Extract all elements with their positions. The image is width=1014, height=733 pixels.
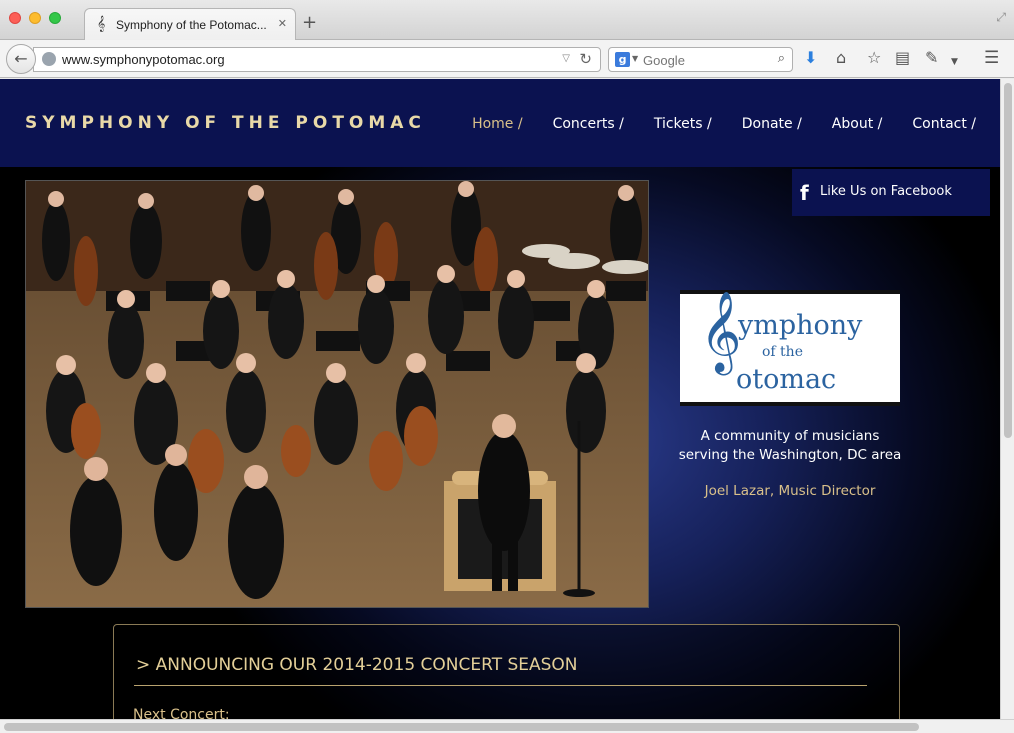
horizontal-scrollbar[interactable] [0, 719, 1014, 733]
treble-clef-icon: 𝄞 [97, 16, 106, 32]
vertical-scrollbar[interactable] [1000, 79, 1014, 719]
music-director: Joel Lazar, Music Director [704, 483, 876, 499]
symphony-logo: 𝄞 ymphony of the otomac [680, 290, 900, 406]
tab-title: Symphony of the Potomac... [116, 18, 267, 32]
nav-home[interactable]: Home / [472, 116, 523, 132]
vertical-scroll-thumb[interactable] [1004, 83, 1012, 438]
home-icon[interactable]: ⌂ [836, 49, 846, 67]
extension-icon[interactable]: ✎ [925, 49, 938, 67]
url-dropdown-icon[interactable]: ▽ [562, 53, 570, 64]
search-input[interactable] [643, 51, 768, 69]
logo-word-symphony: ymphony [738, 310, 863, 341]
download-icon[interactable]: ⬇ [804, 49, 817, 67]
globe-icon [42, 52, 56, 66]
hamburger-menu-icon[interactable]: ☰ [984, 49, 999, 67]
divider [134, 685, 867, 686]
url-bar[interactable]: www.symphonypotomac.org ▽ ↻ [33, 47, 601, 72]
facebook-label: Like Us on Facebook [820, 184, 952, 199]
orchestra-illustration [26, 181, 648, 607]
orchestra-photo [25, 180, 649, 608]
nav-toolbar: www.symphonypotomac.org ▽ ↻ ← g ▼ ⌕ ⬇ ⌂ … [0, 40, 1014, 78]
nav-donate[interactable]: Donate / [742, 116, 802, 132]
extension-dropdown-icon[interactable]: ▼ [951, 53, 958, 71]
url-text[interactable]: www.symphonypotomac.org [62, 52, 225, 67]
site-logo[interactable]: SYMPHONY OF THE POTOMAC [25, 113, 426, 133]
search-bar[interactable]: g ▼ ⌕ [608, 47, 793, 72]
search-icon[interactable]: ⌕ [778, 51, 785, 66]
announcement-title[interactable]: > ANNOUNCING OUR 2014-2015 CONCERT SEASO… [136, 655, 578, 675]
back-arrow-icon: ← [14, 49, 28, 68]
clipboard-icon[interactable]: ▤ [895, 49, 910, 67]
new-tab-button[interactable]: + [302, 14, 317, 32]
bookmark-star-icon[interactable]: ☆ [867, 49, 881, 67]
tagline-line-1: A community of musicians [700, 428, 880, 444]
minimize-window-button[interactable] [29, 12, 41, 24]
web-page: SYMPHONY OF THE POTOMAC Home / Concerts … [0, 79, 1000, 719]
title-bar: 𝄞 Symphony of the Potomac... ✕ + ⤢ [0, 0, 1014, 41]
search-engine-dropdown-icon[interactable]: ▼ [632, 54, 638, 63]
main-nav: Home / Concerts / Tickets / Donate / Abo… [472, 116, 976, 132]
facebook-like-button[interactable]: f Like Us on Facebook [792, 169, 990, 216]
google-icon[interactable]: g [615, 52, 630, 67]
reload-icon[interactable]: ↻ [579, 50, 592, 68]
fullscreen-icon[interactable]: ⤢ [996, 10, 1006, 25]
nav-about[interactable]: About / [832, 116, 883, 132]
horizontal-scroll-thumb[interactable] [4, 723, 919, 731]
tagline-line-2: serving the Washington, DC area [678, 447, 902, 463]
nav-concerts[interactable]: Concerts / [553, 116, 624, 132]
tagline: A community of musicians serving the Was… [660, 427, 920, 465]
tab-close-icon[interactable]: ✕ [278, 17, 287, 30]
maximize-window-button[interactable] [49, 12, 61, 24]
site-header: SYMPHONY OF THE POTOMAC Home / Concerts … [0, 79, 1000, 167]
logo-word-potomac: otomac [736, 364, 837, 395]
back-button[interactable]: ← [6, 44, 36, 74]
announcement-panel: > ANNOUNCING OUR 2014-2015 CONCERT SEASO… [113, 624, 900, 719]
facebook-icon: f [800, 181, 809, 205]
browser-window: 𝄞 Symphony of the Potomac... ✕ + ⤢ www.s… [0, 0, 1014, 733]
logo-word-of-the: of the [762, 344, 803, 360]
next-concert-label: Next Concert: [133, 707, 230, 719]
close-window-button[interactable] [9, 12, 21, 24]
nav-tickets[interactable]: Tickets / [654, 116, 712, 132]
tab-symphony[interactable]: 𝄞 Symphony of the Potomac... ✕ [84, 8, 296, 41]
treble-clef-logo-icon: 𝄞 [700, 290, 742, 372]
nav-contact[interactable]: Contact / [912, 116, 976, 132]
